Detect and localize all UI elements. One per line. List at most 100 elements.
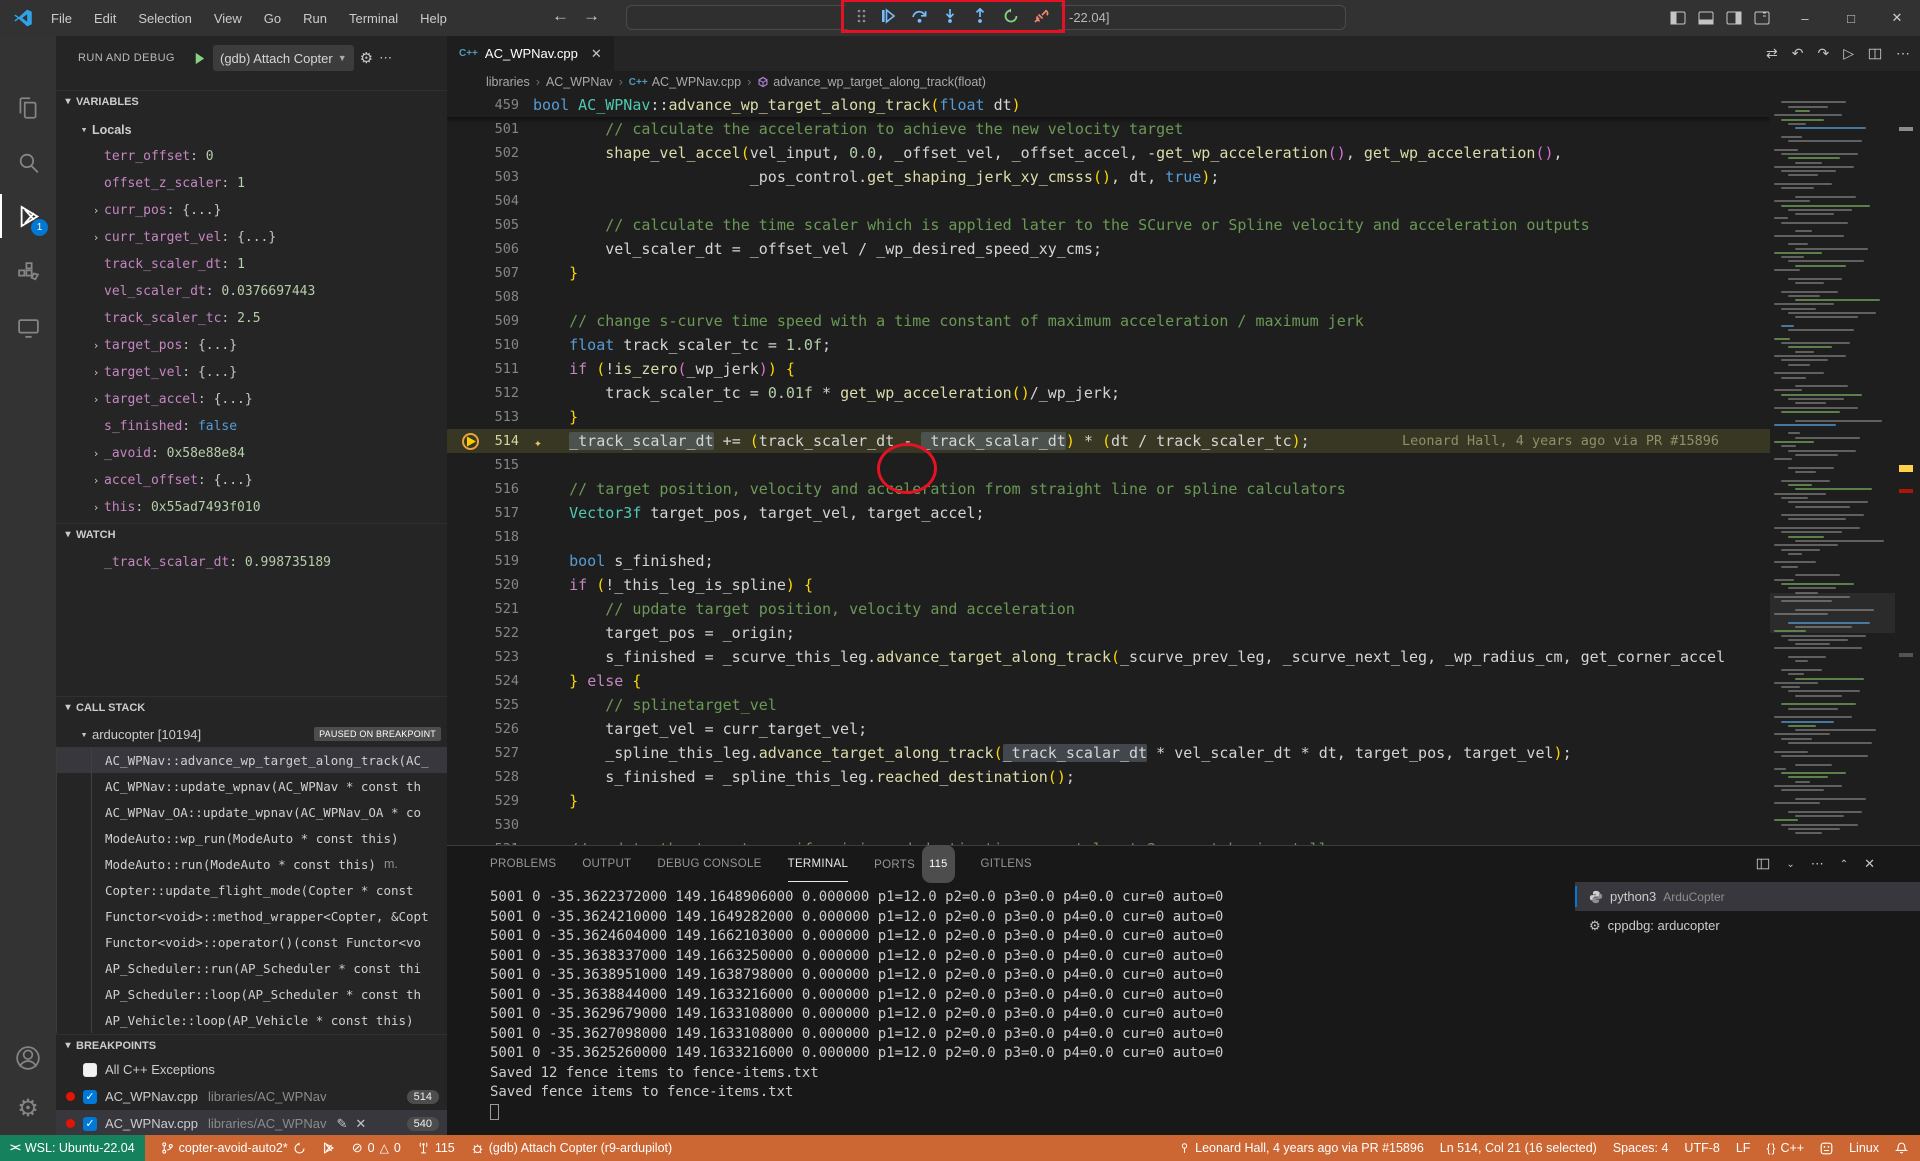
- current-breakpoint-arrow-icon[interactable]: [461, 432, 480, 451]
- code-line[interactable]: 525 // splinetarget_vel: [447, 693, 1770, 717]
- variable-row[interactable]: track_scaler_tc: 2.5: [56, 305, 447, 332]
- run-and-debug-icon[interactable]: 1: [0, 194, 56, 238]
- code-line[interactable]: 519 bool s_finished;: [447, 549, 1770, 573]
- code-line[interactable]: 526 target_vel = curr_target_vel;: [447, 717, 1770, 741]
- code-line[interactable]: 502 shape_vel_accel(vel_input, 0.0, _off…: [447, 141, 1770, 165]
- launch-config-select[interactable]: (gdb) Attach Copter▼: [213, 45, 354, 71]
- variable-row[interactable]: ›curr_pos: {...}: [56, 197, 447, 224]
- terminal-dropdown-icon[interactable]: ⌄: [1786, 859, 1794, 870]
- settings-gear-icon[interactable]: ⚙: [0, 1086, 56, 1130]
- stack-frame-row[interactable]: Functor<void>::operator()(const Functor<…: [56, 929, 447, 955]
- stack-frame-row[interactable]: Copter::update_flight_mode(Copter * cons…: [56, 877, 447, 903]
- variable-row[interactable]: s_finished: false: [56, 413, 447, 440]
- panel-close-icon[interactable]: ✕: [1864, 856, 1875, 872]
- stack-frame-row[interactable]: AC_WPNav::advance_wp_target_along_track(…: [56, 747, 447, 773]
- extensions-icon[interactable]: [0, 250, 56, 294]
- stack-frame-row[interactable]: ModeAuto::run(ModeAuto * const this)m.: [56, 851, 447, 877]
- watch-section-header[interactable]: ▾WATCH: [56, 523, 447, 545]
- call-stack-section-header[interactable]: ▾CALL STACK: [56, 696, 447, 718]
- start-debug-icon[interactable]: [192, 51, 207, 66]
- debug-session-status-item[interactable]: (gdb) Attach Copter (r9-ardupilot): [463, 1135, 680, 1161]
- menu-selection[interactable]: Selection: [129, 7, 200, 30]
- variable-row[interactable]: ›target_pos: {...}: [56, 332, 447, 359]
- search-icon[interactable]: [0, 140, 56, 184]
- variables-scope-locals[interactable]: ▾Locals: [56, 116, 447, 143]
- code-line[interactable]: 503 _pos_control.get_shaping_jerk_xy_cms…: [447, 165, 1770, 189]
- breadcrumb-item[interactable]: libraries: [486, 75, 530, 89]
- checkbox-unchecked[interactable]: [83, 1063, 97, 1077]
- code-line[interactable]: 510 float track_scaler_tc = 1.0f;: [447, 333, 1770, 357]
- code-line[interactable]: 521 // update target position, velocity …: [447, 597, 1770, 621]
- code-line[interactable]: 522 target_pos = _origin;: [447, 621, 1770, 645]
- panel-tab-problems[interactable]: PROBLEMS: [490, 846, 556, 882]
- cursor-position-status-item[interactable]: Ln 514, Col 21 (16 selected): [1432, 1135, 1605, 1161]
- code-line[interactable]: 531 // update the target yaw if origin a…: [447, 837, 1770, 845]
- breadcrumb-item[interactable]: C++AC_WPNav.cpp: [629, 75, 741, 89]
- menu-run[interactable]: Run: [294, 7, 336, 30]
- variable-row[interactable]: offset_z_scaler: 1: [56, 170, 447, 197]
- nav-forward-icon[interactable]: →: [583, 6, 600, 26]
- toggle-sidebar-icon[interactable]: [1670, 10, 1686, 26]
- open-changes-icon[interactable]: ⇄: [1766, 45, 1778, 62]
- overview-ruler[interactable]: [1895, 93, 1920, 845]
- notifications-status-item[interactable]: [1887, 1135, 1920, 1161]
- breakpoint-row[interactable]: ✓AC_WPNav.cpplibraries/AC_WPNav✎✕540: [56, 1110, 447, 1135]
- code-line[interactable]: 530: [447, 813, 1770, 837]
- breakpoint-dot-icon[interactable]: [66, 1092, 75, 1101]
- variable-row[interactable]: ›target_accel: {...}: [56, 386, 447, 413]
- stack-frame-row[interactable]: Functor<void>::method_wrapper<Copter, &C…: [56, 903, 447, 929]
- code-line[interactable]: 520 if (!_this_leg_is_spline) {: [447, 573, 1770, 597]
- variables-section-header[interactable]: ▾VARIABLES: [56, 90, 447, 112]
- code-line[interactable]: 527 _spline_this_leg.advance_target_alon…: [447, 741, 1770, 765]
- code-line[interactable]: 505 // calculate the time scaler which i…: [447, 213, 1770, 237]
- stack-frame-row[interactable]: AP_Scheduler::run(AP_Scheduler * const t…: [56, 955, 447, 981]
- variable-row[interactable]: ›target_vel: {...}: [56, 359, 447, 386]
- menu-edit[interactable]: Edit: [85, 7, 125, 30]
- tab-ac-wpnav-cpp[interactable]: C++ AC_WPNav.cpp ✕: [447, 36, 615, 71]
- terminal-list-item[interactable]: ⚙cppdbg: arducopter: [1575, 911, 1920, 940]
- next-change-icon[interactable]: ↷: [1817, 45, 1829, 62]
- debug-alt-status-item[interactable]: [314, 1135, 344, 1161]
- nav-back-icon[interactable]: ←: [552, 6, 569, 26]
- encoding-status-item[interactable]: UTF-8: [1676, 1135, 1727, 1161]
- remote-explorer-icon[interactable]: [0, 306, 56, 350]
- code-line[interactable]: 518: [447, 525, 1770, 549]
- terminal-layout-icon[interactable]: [1756, 857, 1770, 871]
- breadcrumb-item[interactable]: AC_WPNav: [546, 75, 613, 89]
- os-status-item[interactable]: Linux: [1841, 1135, 1887, 1161]
- code-line[interactable]: 529 }: [447, 789, 1770, 813]
- code-line[interactable]: 509 // change s-curve time speed with a …: [447, 309, 1770, 333]
- code-line[interactable]: 514 _track_scalar_dt += (track_scaler_dt…: [447, 429, 1770, 453]
- code-line[interactable]: 528 s_finished = _spline_this_leg.reache…: [447, 765, 1770, 789]
- code-line[interactable]: 524 } else {: [447, 669, 1770, 693]
- toggle-panel-icon[interactable]: [1698, 10, 1714, 26]
- terminal-output[interactable]: 5001 0 -35.3622372000 149.1648906000 0.0…: [490, 888, 1570, 1132]
- code-line[interactable]: 506 vel_scaler_dt = _offset_vel / _wp_de…: [447, 237, 1770, 261]
- code-line[interactable]: 511 if (!is_zero(_wp_jerk)) {: [447, 357, 1770, 381]
- variable-row[interactable]: ›curr_target_vel: {...}: [56, 224, 447, 251]
- debug-views-more-icon[interactable]: ⋯: [379, 50, 392, 66]
- customize-layout-icon[interactable]: [1754, 10, 1770, 26]
- language-mode-status-item[interactable]: { }C++: [1758, 1135, 1812, 1161]
- panel-more-icon[interactable]: ⋯: [1811, 856, 1824, 872]
- minimize-button[interactable]: –: [1782, 11, 1828, 26]
- checkbox-checked[interactable]: ✓: [83, 1090, 97, 1104]
- menu-help[interactable]: Help: [411, 7, 456, 30]
- call-stack-thread-row[interactable]: ▾arducopter [10194]PAUSED ON BREAKPOINT: [56, 721, 447, 747]
- debug-settings-gear-icon[interactable]: ⚙: [360, 49, 373, 67]
- breakpoint-dot-icon[interactable]: [66, 1119, 75, 1128]
- previous-change-icon[interactable]: ↶: [1792, 45, 1804, 62]
- edit-breakpoint-icon[interactable]: ✎: [336, 1116, 347, 1132]
- indentation-status-item[interactable]: Spaces: 4: [1605, 1135, 1677, 1161]
- menu-view[interactable]: View: [205, 7, 251, 30]
- remote-status-item[interactable]: ><WSL: Ubuntu-22.04: [0, 1135, 145, 1161]
- code-line[interactable]: 517 Vector3f target_pos, target_vel, tar…: [447, 501, 1770, 525]
- problems-status-item[interactable]: ⊘0△0: [344, 1135, 409, 1161]
- git-branch-status-item[interactable]: copter-avoid-auto2*: [153, 1135, 314, 1161]
- remove-breakpoint-icon[interactable]: ✕: [355, 1116, 366, 1132]
- blame-status-item[interactable]: Leonard Hall, 4 years ago via PR #15896: [1171, 1135, 1432, 1161]
- panel-tab-gitlens[interactable]: GITLENS: [981, 846, 1032, 882]
- close-button[interactable]: ✕: [1874, 10, 1920, 26]
- breakpoint-exceptions-row[interactable]: All C++ Exceptions: [56, 1056, 447, 1083]
- code-line[interactable]: 512 track_scaler_tc = 0.01f * get_wp_acc…: [447, 381, 1770, 405]
